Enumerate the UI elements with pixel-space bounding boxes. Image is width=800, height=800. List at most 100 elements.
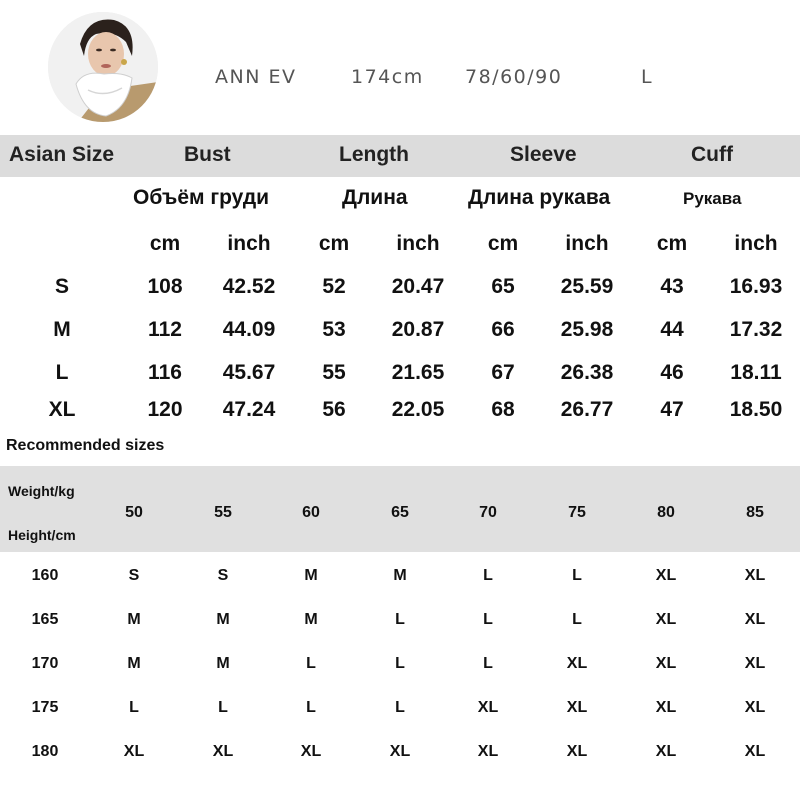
russian-bust: Объём груди xyxy=(133,186,270,209)
recommended-size: M xyxy=(127,655,141,672)
recommended-size: L xyxy=(483,611,493,628)
header-bust: Bust xyxy=(184,143,231,166)
recommended-size: XL xyxy=(123,743,145,760)
header-sleeve: Sleeve xyxy=(510,143,577,166)
recommended-row-175: 175 L L L L XL XL XL XL xyxy=(0,699,800,743)
table-cell: 17.32 xyxy=(729,318,783,341)
table-cell: 116 xyxy=(148,361,182,384)
recommended-title: Recommended sizes xyxy=(6,437,165,454)
russian-cuff: Рукава xyxy=(683,189,742,208)
table-cell: 43 xyxy=(660,275,684,298)
unit-cell: inch xyxy=(396,232,440,255)
model-measurements: 78/60/90 xyxy=(465,66,563,88)
table-cell: 20.87 xyxy=(391,318,445,341)
table-cell: 53 xyxy=(322,318,346,341)
recommended-size: S xyxy=(128,567,140,584)
weight-value: 65 xyxy=(391,504,409,521)
recommended-size: XL xyxy=(566,699,588,716)
table-cell: 20.47 xyxy=(391,275,445,298)
recommended-size: XL xyxy=(566,655,588,672)
recommended-size: M xyxy=(304,611,318,628)
recommended-size: L xyxy=(306,699,316,716)
table-cell: 68 xyxy=(491,398,515,421)
weight-value: 60 xyxy=(302,504,320,521)
recommended-size: L xyxy=(306,655,316,672)
size-chart-header: Asian Size Bust Length Sleeve Cuff xyxy=(0,135,800,177)
unit-cell: cm xyxy=(656,232,688,255)
recommended-size: M xyxy=(127,611,141,628)
table-cell: 25.59 xyxy=(560,275,614,298)
table-cell: 18.11 xyxy=(730,361,782,384)
header-asian-size: Asian Size xyxy=(9,143,115,166)
recommended-size: L xyxy=(572,611,582,628)
height-value: 170 xyxy=(31,655,59,672)
unit-cell: inch xyxy=(227,232,271,255)
table-cell: 26.77 xyxy=(560,398,614,421)
recommended-row-180: 180 XL XL XL XL XL XL XL XL xyxy=(0,743,800,787)
recommended-size: L xyxy=(483,567,493,584)
table-cell: 18.50 xyxy=(729,398,783,421)
recommended-size: XL xyxy=(655,567,677,584)
recommended-size: XL xyxy=(389,743,411,760)
recommended-size: S xyxy=(217,567,229,584)
recommended-size: XL xyxy=(744,655,766,672)
table-cell: 26.38 xyxy=(560,361,614,384)
table-cell: 22.05 xyxy=(391,398,445,421)
table-cell: 120 xyxy=(147,398,183,421)
height-value: 160 xyxy=(31,567,59,584)
height-value: 165 xyxy=(31,611,59,628)
table-cell: 16.93 xyxy=(729,275,783,298)
recommended-size: XL xyxy=(744,743,766,760)
recommended-size: XL xyxy=(477,699,499,716)
table-cell: 46 xyxy=(660,361,684,384)
model-size: L xyxy=(641,66,654,88)
recommended-size: XL xyxy=(212,743,234,760)
table-cell: 55 xyxy=(322,361,346,384)
recommended-size: M xyxy=(393,567,407,584)
recommended-size: L xyxy=(395,655,405,672)
recommended-size: L xyxy=(395,611,405,628)
recommended-size: L xyxy=(572,567,582,584)
table-cell: 52 xyxy=(322,275,346,298)
recommended-size: L xyxy=(483,655,493,672)
table-cell: 44 xyxy=(660,318,684,341)
unit-cell: inch xyxy=(734,232,778,255)
recommended-size: XL xyxy=(566,743,588,760)
russian-sleeve: Длина рукава xyxy=(468,186,611,209)
recommended-size: XL xyxy=(300,743,322,760)
model-height: 174cm xyxy=(351,66,424,88)
table-cell: 108 xyxy=(147,275,183,298)
recommended-size: XL xyxy=(744,567,766,584)
model-name: ANN EV xyxy=(215,66,297,88)
recommended-size: L xyxy=(129,699,139,716)
model-photo xyxy=(48,12,158,122)
unit-cell: inch xyxy=(565,232,609,255)
weight-value: 75 xyxy=(568,504,586,521)
table-cell: 45.67 xyxy=(222,361,276,384)
table-cell: 112 xyxy=(148,318,182,341)
size-label: M xyxy=(53,318,71,341)
weight-axis-label: Weight/kg xyxy=(8,483,75,499)
table-cell: 21.65 xyxy=(391,361,445,384)
weight-value: 55 xyxy=(214,504,232,521)
table-cell: 47 xyxy=(660,398,684,421)
model-portrait-image xyxy=(48,12,158,122)
table-cell: 66 xyxy=(491,318,515,341)
recommended-size: XL xyxy=(655,699,677,716)
recommended-row-170: 170 M M L L L XL XL XL xyxy=(0,655,800,699)
header-cuff: Cuff xyxy=(691,143,733,166)
header-length: Length xyxy=(339,143,409,166)
russian-length: Длина xyxy=(342,186,408,209)
recommended-size: L xyxy=(218,699,228,716)
recommended-row-165: 165 M M M L L L XL XL xyxy=(0,611,800,655)
height-axis-label: Height/cm xyxy=(8,527,76,543)
height-value: 175 xyxy=(31,699,59,716)
weight-value: 50 xyxy=(125,504,143,521)
recommended-size: M xyxy=(216,655,230,672)
table-cell: 47.24 xyxy=(222,398,276,421)
weight-value: 85 xyxy=(746,504,764,521)
recommended-size: XL xyxy=(655,611,677,628)
recommended-header: Weight/kg Height/cm 50 55 60 65 70 75 80… xyxy=(0,466,800,552)
recommended-size: XL xyxy=(744,611,766,628)
size-label: L xyxy=(55,361,69,384)
